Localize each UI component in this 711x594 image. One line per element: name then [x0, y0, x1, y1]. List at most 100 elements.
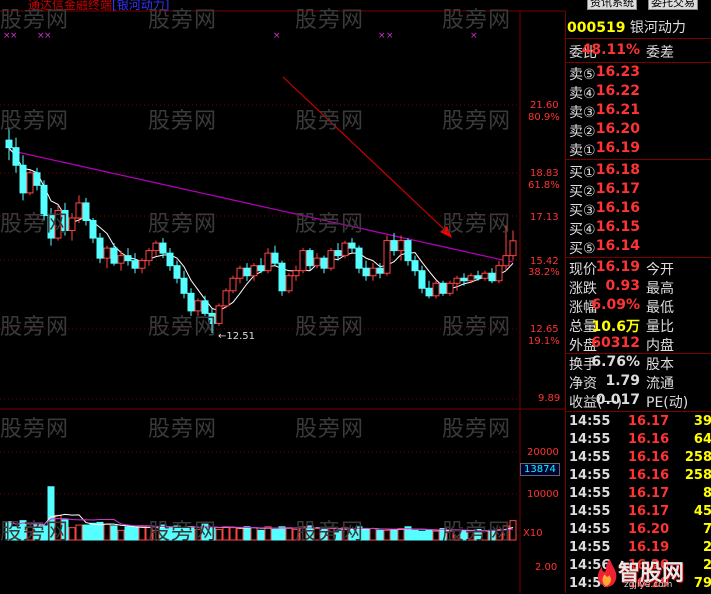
buy-level: 买⑤ 16.14	[566, 238, 711, 257]
candle-body	[439, 282, 447, 294]
tick-time: 14:55	[569, 504, 611, 519]
divider	[566, 62, 711, 63]
candle-body	[222, 290, 230, 307]
event-marker: ×	[378, 31, 386, 41]
buy-level: 买④ 16.15	[566, 219, 711, 238]
weibi-row: 委比 48.11% 委差	[566, 42, 711, 61]
volume-bar	[124, 526, 132, 541]
candle-body	[292, 270, 300, 277]
stat-row-label2: 今开	[646, 262, 674, 278]
candle-body	[5, 139, 13, 149]
sell-level-value: 16.20	[595, 121, 640, 137]
stat2-row-label: 净资	[569, 376, 597, 392]
stat-row-value: 16.19	[595, 259, 640, 275]
watermark: 股旁网	[442, 8, 512, 33]
stat2-row-label2: 流通	[646, 376, 674, 392]
volume-bar	[432, 530, 440, 541]
volume-bar	[411, 529, 419, 541]
volume-bar	[425, 529, 433, 541]
candle-body	[474, 275, 482, 279]
candle-body	[397, 240, 405, 252]
watermark: 股旁网	[295, 109, 365, 134]
volume-bar	[68, 527, 76, 541]
sell-level: 卖④ 16.22	[566, 83, 711, 102]
stock-header: 000519 银河动力	[567, 17, 686, 37]
candle-body	[278, 262, 286, 292]
tick-time: 14:55	[569, 486, 611, 501]
volume-bar	[285, 527, 293, 541]
buy-level-label: 买①	[569, 165, 596, 181]
volume-bar	[369, 528, 377, 541]
price-tick: 12.65	[530, 324, 559, 335]
candle-body	[320, 257, 328, 269]
stat-row: 涨跌 0.93 最高	[566, 278, 711, 297]
buy-level: 买② 16.17	[566, 181, 711, 200]
trade-order-button[interactable]: 委托交易	[648, 0, 698, 10]
watermark: 股旁网	[295, 315, 365, 340]
tick-row: 14:55 16.17 39	[566, 414, 711, 432]
candle-body	[446, 282, 454, 294]
volume-tick: 10000	[527, 489, 559, 500]
sell-level: 卖③ 16.21	[566, 102, 711, 121]
stat-row-value: 60312	[591, 335, 640, 351]
candle-body	[75, 202, 83, 219]
volume-bar	[229, 527, 237, 541]
stat-row-value: 10.6万	[591, 319, 640, 335]
buy-level-value: 16.18	[595, 162, 640, 178]
candle-body	[89, 219, 97, 239]
candle-body	[271, 252, 279, 264]
weibi-value: 48.11%	[581, 42, 640, 58]
stat2-row-label2: 股本	[646, 357, 674, 373]
stat-row-value: 0.93	[605, 278, 640, 294]
stat-row: 外盘 60312 内盘	[566, 335, 711, 354]
tick-volume: 7	[702, 522, 711, 537]
watermark: 股旁网	[0, 417, 70, 442]
candle-body	[96, 237, 104, 259]
volume-current-value: 13874	[520, 463, 560, 476]
kline-chart[interactable]: × × × × × × × ×	[0, 0, 565, 593]
stat-row-label2: 最低	[646, 300, 674, 316]
candle-body	[117, 255, 125, 264]
volume-bar	[264, 526, 272, 541]
watermark: 股旁网	[442, 520, 512, 545]
watermark: 股旁网	[442, 109, 512, 134]
candle-body	[411, 260, 419, 272]
pct-tick: 38.2%	[528, 267, 560, 278]
candle-body	[264, 252, 272, 272]
buy-level-value: 16.17	[595, 181, 640, 197]
site-logo: 智股网 zgjiye.com	[594, 553, 711, 593]
candle-body	[229, 277, 237, 292]
buy-level-label: 买③	[569, 203, 596, 219]
watermark: 股旁网	[148, 212, 218, 237]
watermark: 股旁网	[148, 8, 218, 33]
sell-level: 卖① 16.19	[566, 140, 711, 159]
candle-body	[383, 240, 391, 274]
watermark: 股旁网	[442, 417, 512, 442]
candle-body	[145, 250, 153, 262]
stat2-row-value: 6.76%	[591, 354, 640, 370]
candle-body	[404, 240, 412, 262]
candle-body	[481, 272, 489, 279]
tick-row: 14:55 16.20 7	[566, 522, 711, 540]
volume-bar	[243, 526, 251, 541]
stat-row-label2: 最高	[646, 281, 674, 297]
news-system-button[interactable]: 资讯系统	[587, 0, 637, 10]
volume-bar	[103, 523, 111, 541]
watermark: 股旁网	[295, 8, 365, 33]
stat2-row-label2: PE(动)	[646, 395, 689, 411]
watermark: 股旁网	[295, 520, 365, 545]
buy-level-label: 买②	[569, 184, 596, 200]
stat-row-label: 涨跌	[569, 281, 597, 297]
candle-body	[502, 255, 510, 267]
stat2-row: 换手 6.76% 股本	[566, 354, 711, 373]
tick-price: 16.17	[628, 414, 670, 429]
watermark: 股旁网	[0, 212, 70, 237]
candle-body	[166, 252, 174, 267]
volume-bar	[250, 527, 258, 541]
tick-time: 14:55	[569, 450, 611, 465]
tick-time: 14:55	[569, 432, 611, 447]
volume-bar	[278, 526, 286, 541]
volume-bar	[271, 528, 279, 541]
candle-body	[488, 272, 496, 282]
candle-body	[369, 267, 377, 277]
